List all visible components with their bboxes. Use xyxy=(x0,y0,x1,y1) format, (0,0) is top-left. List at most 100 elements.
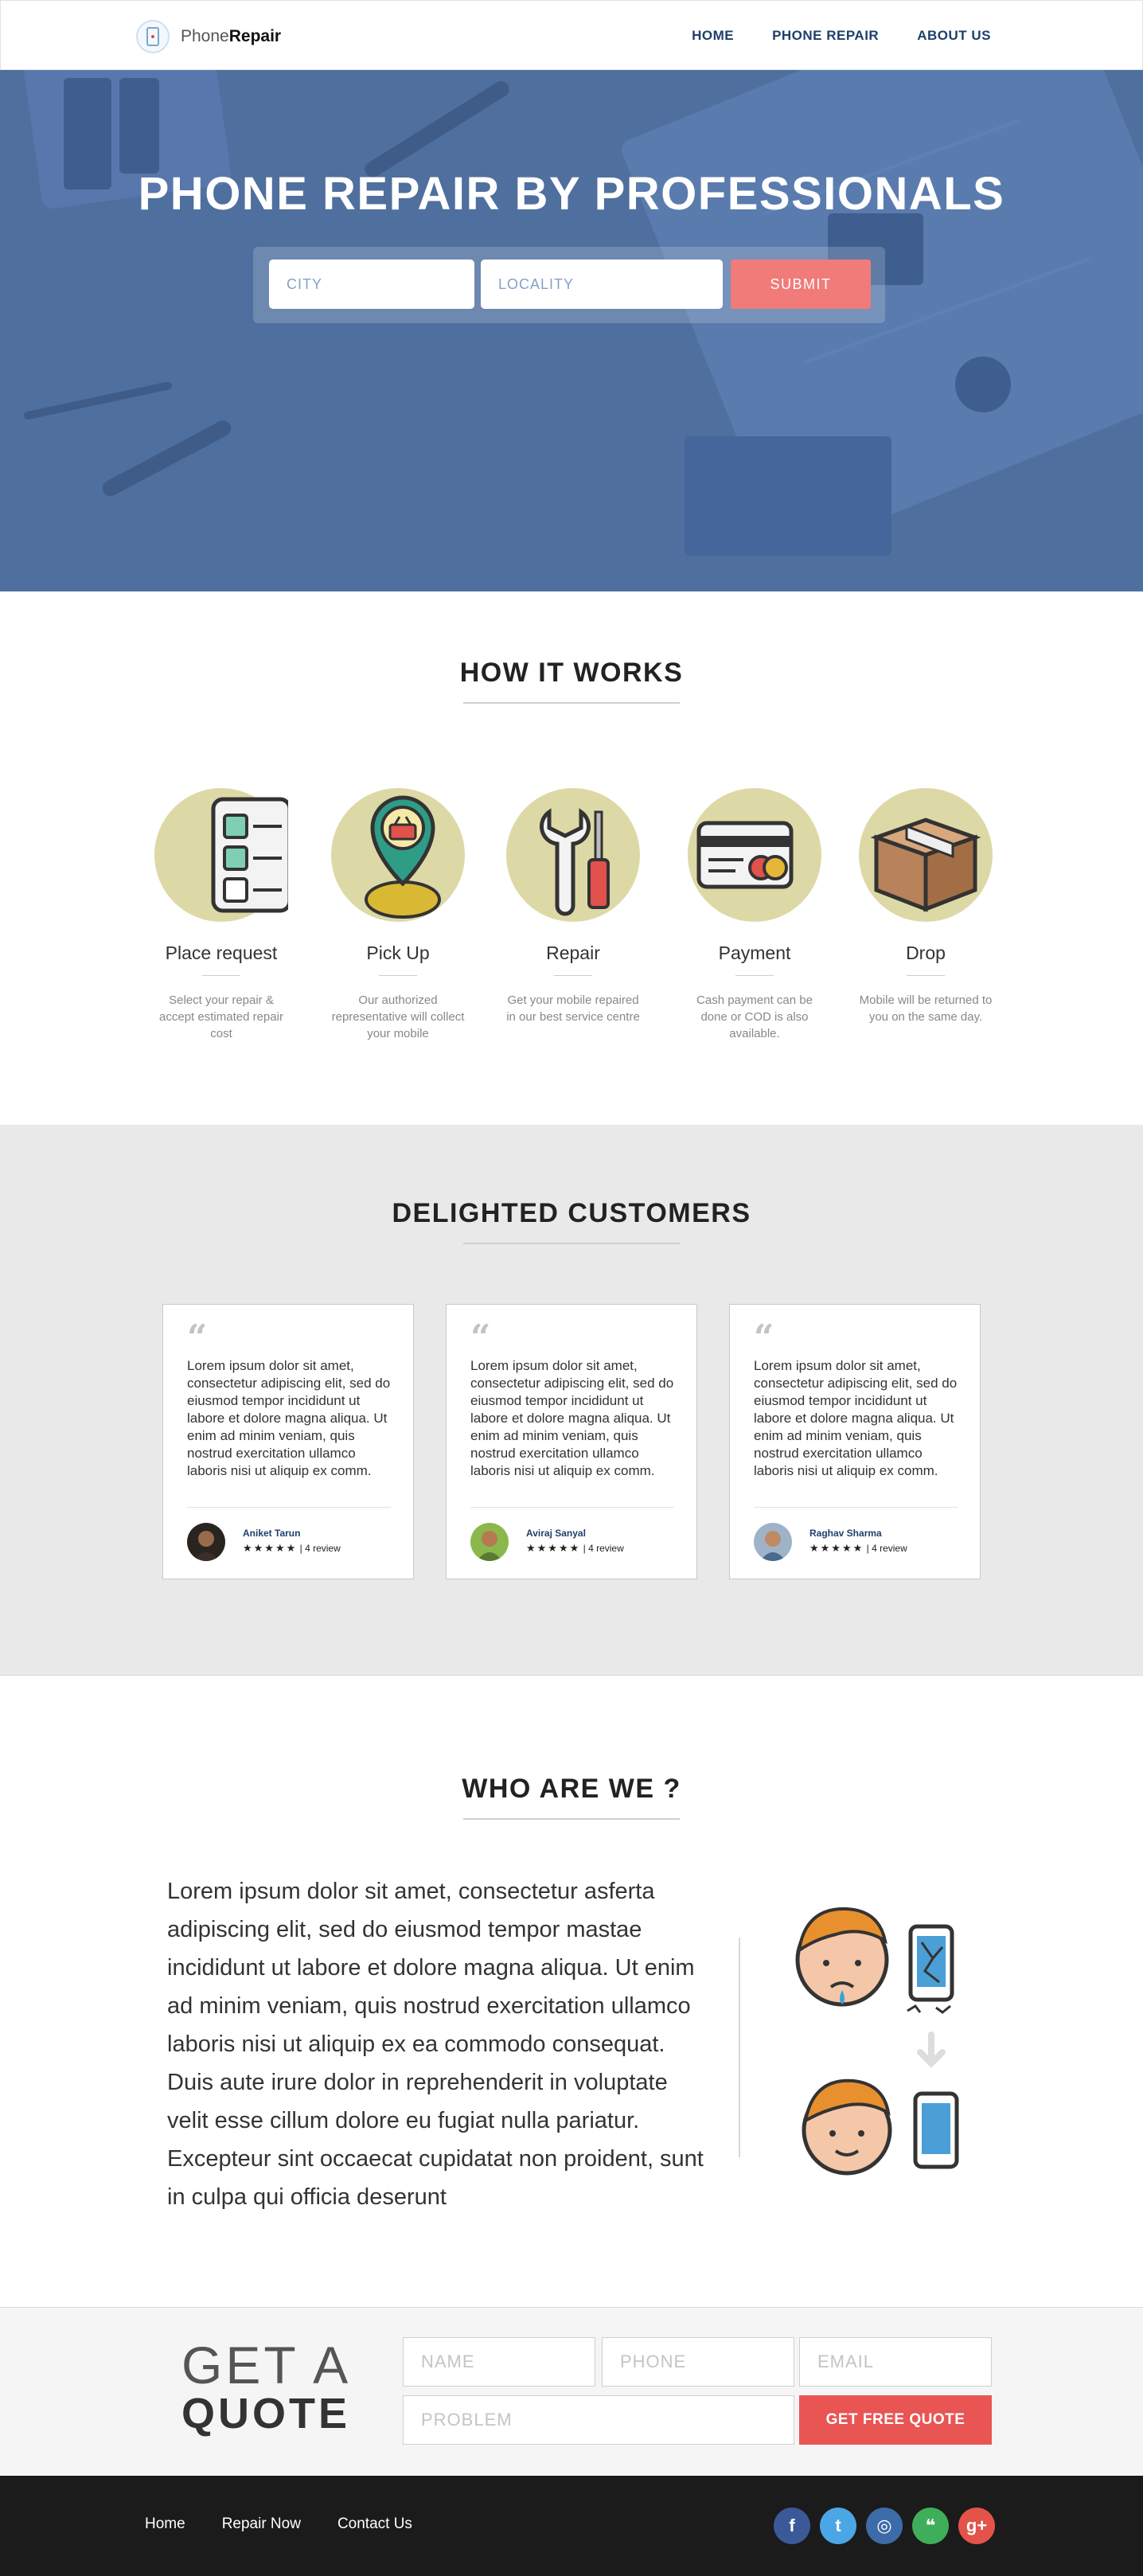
footer: Home Repair Now Contact Us f t ◎ ❝ g+ xyxy=(0,2476,1143,2576)
how-it-works-title: HOW IT WORKS xyxy=(459,658,684,688)
about-text: Lorem ipsum dolor sit amet, consectetur … xyxy=(167,1879,704,2210)
review-text: Lorem ipsum dolor sit amet, consectetur … xyxy=(754,1358,958,1478)
wrench-screwdriver-icon xyxy=(506,788,640,922)
credit-card-icon xyxy=(688,788,821,922)
review-count: | 4 review xyxy=(866,1543,907,1554)
hangouts-icon[interactable]: ❝ xyxy=(912,2508,949,2544)
review-count: | 4 review xyxy=(583,1543,624,1554)
step-place-request: Place request Select your repair & accep… xyxy=(142,788,301,1042)
logo-text: PhoneRepair xyxy=(181,27,282,45)
footer-home-link[interactable]: Home xyxy=(145,2516,185,2533)
locality-input[interactable] xyxy=(481,260,723,309)
hero-background-chip xyxy=(955,357,1011,412)
map-pin-basket-icon xyxy=(331,788,465,922)
reviewer-name: Aviraj Sanyal xyxy=(526,1528,586,1539)
card-divider xyxy=(187,1507,391,1508)
footer-repair-now-link[interactable]: Repair Now xyxy=(222,2516,301,2533)
footer-contact-us-link[interactable]: Contact Us xyxy=(337,2516,412,2533)
step-repair: Repair Get your mobile repaired in our b… xyxy=(493,788,653,1025)
avatar xyxy=(470,1523,509,1561)
checklist-icon xyxy=(154,788,292,922)
rating: ★★★★★ | 4 review xyxy=(809,1542,907,1555)
step-divider xyxy=(554,975,592,976)
step-pick-up: Pick Up Our authorized representative wi… xyxy=(318,788,478,1042)
email-input[interactable] xyxy=(799,2337,992,2387)
vertical-divider xyxy=(739,1938,740,2157)
who-are-we-title: WHO ARE WE ? xyxy=(462,1774,681,1804)
step-description: Cash payment can be done or COD is also … xyxy=(696,993,813,1040)
step-divider xyxy=(202,975,240,976)
reviewer-name: Raghav Sharma xyxy=(809,1528,882,1539)
step-divider xyxy=(379,975,417,976)
city-input[interactable] xyxy=(269,260,474,309)
section-divider xyxy=(463,1243,680,1244)
logo[interactable]: PhoneRepair xyxy=(136,20,281,53)
get-free-quote-button[interactable]: GET FREE QUOTE xyxy=(799,2395,992,2445)
social-icons: f t ◎ ❝ g+ xyxy=(774,2508,995,2544)
quote-heading: QUOTE xyxy=(181,2390,351,2437)
hero-background-tool xyxy=(22,381,173,420)
quote-mark-icon: “ xyxy=(754,1317,774,1358)
star-rating-icon: ★★★★★ xyxy=(526,1542,581,1554)
reviewer-name: Aniket Tarun xyxy=(243,1528,301,1539)
review-card: “ Lorem ipsum dolor sit amet, consectetu… xyxy=(446,1304,697,1579)
rating: ★★★★★ | 4 review xyxy=(526,1542,624,1555)
instagram-icon[interactable]: ◎ xyxy=(866,2508,903,2544)
phone-logo-icon xyxy=(136,20,170,53)
step-payment: Payment Cash payment can be done or COD … xyxy=(675,788,834,1042)
review-text: Lorem ipsum dolor sit amet, consectetur … xyxy=(470,1358,674,1478)
name-input[interactable] xyxy=(403,2337,595,2387)
hero-banner xyxy=(0,70,1143,591)
avatar xyxy=(754,1523,792,1561)
delighted-customers-title: DELIGHTED CUSTOMERS xyxy=(392,1198,751,1228)
hero-background-chip xyxy=(685,436,891,556)
quote-mark-icon: “ xyxy=(470,1317,491,1358)
section-divider xyxy=(463,1818,680,1820)
review-text: Lorem ipsum dolor sit amet, consectetur … xyxy=(187,1358,391,1478)
repair-search-form: SUBMIT xyxy=(253,247,885,323)
hero-background-chip xyxy=(119,78,159,174)
review-card: “ Lorem ipsum dolor sit amet, consectetu… xyxy=(729,1304,981,1579)
nav-home-link[interactable]: HOME xyxy=(692,28,734,44)
step-description: Get your mobile repaired in our best ser… xyxy=(506,993,640,1024)
step-divider xyxy=(735,975,774,976)
star-rating-icon: ★★★★★ xyxy=(243,1542,298,1554)
step-name: Drop xyxy=(906,943,946,963)
nav-phone-repair-link[interactable]: PHONE REPAIR xyxy=(772,28,879,44)
get-a-heading: GET A xyxy=(181,2336,352,2395)
facebook-icon[interactable]: f xyxy=(774,2508,810,2544)
quote-mark-icon: “ xyxy=(187,1317,208,1358)
card-divider xyxy=(754,1507,958,1508)
avatar xyxy=(187,1523,225,1561)
star-rating-icon: ★★★★★ xyxy=(809,1542,864,1554)
broken-to-fixed-phone-icon xyxy=(795,1907,959,2176)
review-count: | 4 review xyxy=(299,1543,341,1554)
nav-links: HOME PHONE REPAIR ABOUT US xyxy=(692,28,991,44)
step-name: Place request xyxy=(165,943,278,963)
footer-links: Home Repair Now Contact Us xyxy=(145,2516,412,2533)
submit-button[interactable]: SUBMIT xyxy=(731,260,871,309)
step-name: Repair xyxy=(546,943,600,963)
step-name: Payment xyxy=(718,943,791,963)
twitter-icon[interactable]: t xyxy=(820,2508,856,2544)
rating: ★★★★★ | 4 review xyxy=(243,1542,341,1555)
problem-input[interactable] xyxy=(403,2395,794,2445)
step-drop: Drop Mobile will be returned to you on t… xyxy=(846,788,1005,1025)
step-name: Pick Up xyxy=(366,943,430,963)
phone-input[interactable] xyxy=(602,2337,794,2387)
step-description: Mobile will be returned to you on the sa… xyxy=(859,993,993,1024)
quote-section xyxy=(0,2307,1143,2474)
step-description: Select your repair & accept estimated re… xyxy=(159,993,283,1040)
review-card: “ Lorem ipsum dolor sit amet, consectetu… xyxy=(162,1304,414,1579)
step-divider xyxy=(907,975,945,976)
google-plus-icon[interactable]: g+ xyxy=(958,2508,995,2544)
section-divider xyxy=(463,702,680,704)
step-description: Our authorized representative will colle… xyxy=(331,993,465,1040)
hero-background-tool xyxy=(361,78,513,181)
top-navbar: PhoneRepair HOME PHONE REPAIR ABOUT US xyxy=(0,0,1143,70)
nav-about-us-link[interactable]: ABOUT US xyxy=(917,28,991,44)
card-divider xyxy=(470,1507,674,1508)
hero-background-tool xyxy=(99,417,234,499)
box-icon xyxy=(859,788,993,922)
hero-title: PHONE REPAIR BY PROFESSIONALS xyxy=(138,168,1005,220)
